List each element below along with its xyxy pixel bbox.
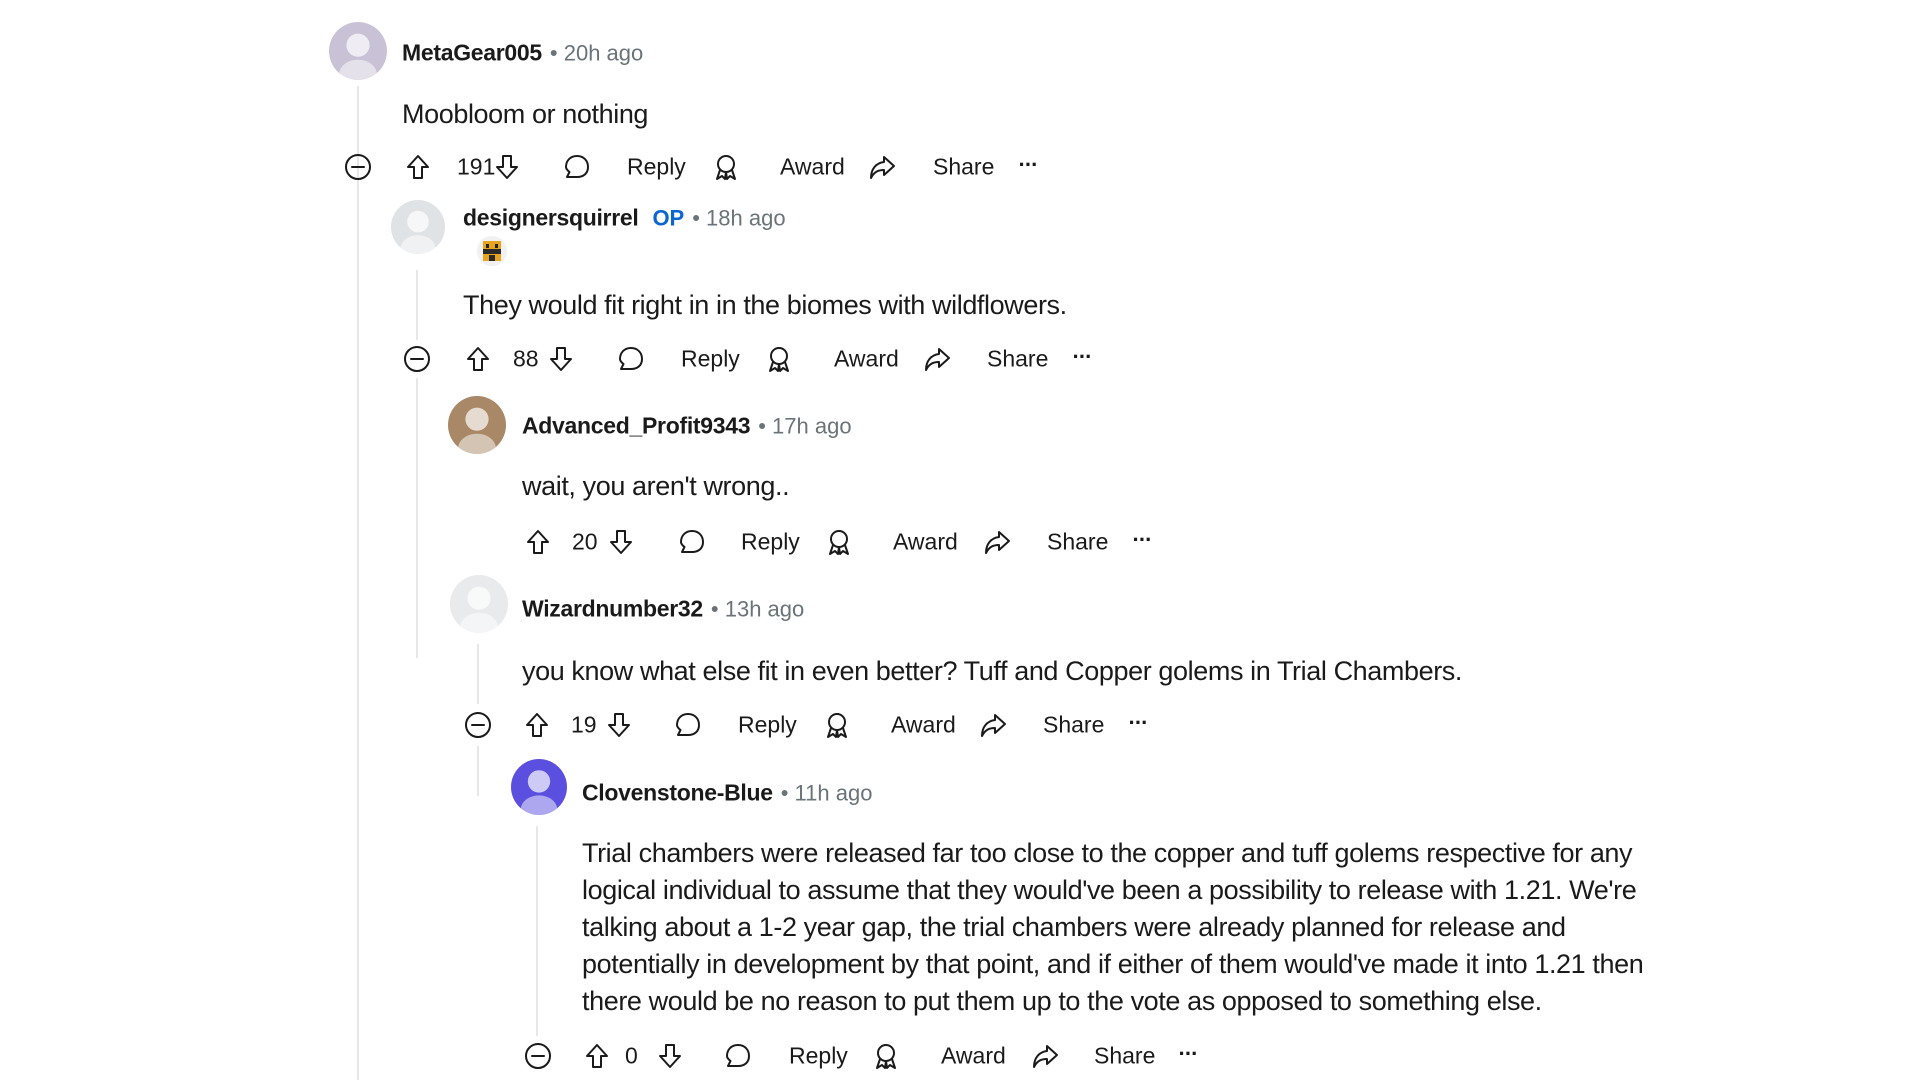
timestamp: • 13h ago [710,596,805,622]
timestamp: • 20h ago [549,40,644,66]
share-icon[interactable] [1030,1041,1060,1071]
downvote-icon[interactable] [655,1041,685,1071]
thread-line[interactable] [416,270,418,340]
comment-line: wait, you aren't wrong.. [522,471,790,501]
award-icon[interactable] [711,152,741,182]
comment-line: logical individual to assume that they w… [582,875,1637,905]
share-button[interactable]: Share [1094,1043,1155,1070]
reply-button[interactable]: Reply [681,346,740,373]
upvote-icon[interactable] [582,1041,612,1071]
upvote-icon[interactable] [522,710,552,740]
reply-icon[interactable] [677,527,707,557]
user-flair-icon [475,236,509,271]
award-button[interactable]: Award [893,529,958,556]
reply-button[interactable]: Reply [741,529,800,556]
more-options-button[interactable]: ··· [1133,527,1153,553]
thread-line[interactable] [477,644,479,704]
reply-icon[interactable] [723,1041,753,1071]
collapse-icon[interactable] [402,344,432,374]
award-button[interactable]: Award [891,712,956,739]
vote-count: 0 [625,1042,638,1069]
award-icon[interactable] [764,344,794,374]
more-options-button[interactable]: ··· [1179,1041,1199,1067]
comment-line: Trial chambers were released far too clo… [582,838,1633,868]
comment-line: talking about a 1-2 year gap, the trial … [582,912,1566,942]
award-button[interactable]: Award [834,346,899,373]
vote-count: 20 [572,528,598,555]
reply-icon[interactable] [562,152,592,182]
downvote-icon[interactable] [492,152,522,182]
upvote-icon[interactable] [523,527,553,557]
collapse-icon[interactable] [343,152,373,182]
downvote-icon[interactable] [546,344,576,374]
award-icon[interactable] [871,1041,901,1071]
comment-body: They would fit right in in the biomes wi… [463,287,1067,324]
timestamp: • 18h ago [692,205,786,231]
vote-count: 191 [457,153,496,180]
vote-count: 19 [571,711,597,738]
award-button[interactable]: Award [780,154,845,181]
share-icon[interactable] [867,152,897,182]
share-icon[interactable] [978,710,1008,740]
vote-count: 88 [513,345,539,372]
timestamp: • 11h ago [780,780,873,806]
comment-body: you know what else fit in even better? T… [522,653,1462,690]
comment-body: Moobloom or nothing [402,96,648,133]
share-button[interactable]: Share [1047,529,1108,556]
thread-line[interactable] [477,746,479,796]
reply-button[interactable]: Reply [789,1043,848,1070]
share-button[interactable]: Share [1043,712,1104,739]
op-badge: OP [652,205,685,231]
comment-line: there would be no reason to put them up … [582,986,1542,1016]
upvote-icon[interactable] [403,152,433,182]
comment-line: potentially in development by that point… [582,949,1644,979]
downvote-icon[interactable] [604,710,634,740]
thread-line[interactable] [536,826,538,1036]
comment-line: you know what else fit in even better? T… [522,656,1463,686]
comment-meta: designersquirrel OP • 18h ago [463,205,786,232]
comment-line: Moobloom or nothing [402,99,649,129]
award-icon[interactable] [822,710,852,740]
reply-button[interactable]: Reply [738,712,797,739]
comment-meta: MetaGear005 • 20h ago [402,40,643,67]
avatar[interactable] [511,759,567,815]
share-button[interactable]: Share [987,346,1048,373]
comment-meta: Advanced_Profit9343 • 17h ago [522,413,852,440]
avatar[interactable] [450,575,508,633]
timestamp: • 17h ago [758,413,852,439]
share-icon[interactable] [982,527,1012,557]
comment-body: Trial chambers were released far too clo… [582,835,1644,1020]
comment-body: wait, you aren't wrong.. [522,468,790,505]
avatar[interactable] [391,200,445,254]
reply-button[interactable]: Reply [627,154,686,181]
avatar[interactable] [329,22,387,80]
reply-icon[interactable] [616,344,646,374]
award-button[interactable]: Award [941,1043,1006,1070]
thread-line[interactable] [357,86,359,1080]
upvote-icon[interactable] [463,344,493,374]
author-name[interactable]: designersquirrel [463,205,639,232]
author-name[interactable]: Wizardnumber32 [522,596,703,623]
collapse-icon[interactable] [463,710,493,740]
avatar[interactable] [448,396,506,454]
award-icon[interactable] [824,527,854,557]
share-button[interactable]: Share [933,154,994,181]
comment-meta: Wizardnumber32 • 13h ago [522,596,804,623]
author-name[interactable]: Advanced_Profit9343 [522,413,751,440]
reply-icon[interactable] [673,710,703,740]
more-options-button[interactable]: ··· [1073,344,1093,370]
thread-line[interactable] [416,378,418,658]
comment-line: They would fit right in in the biomes wi… [463,290,1067,320]
author-name[interactable]: Clovenstone-Blue [582,780,773,807]
more-options-button[interactable]: ··· [1129,710,1149,736]
share-icon[interactable] [922,344,952,374]
comment-meta: Clovenstone-Blue • 11h ago [582,780,872,807]
author-name[interactable]: MetaGear005 [402,40,542,67]
collapse-icon[interactable] [523,1041,553,1071]
more-options-button[interactable]: ··· [1019,152,1039,178]
downvote-icon[interactable] [606,527,636,557]
